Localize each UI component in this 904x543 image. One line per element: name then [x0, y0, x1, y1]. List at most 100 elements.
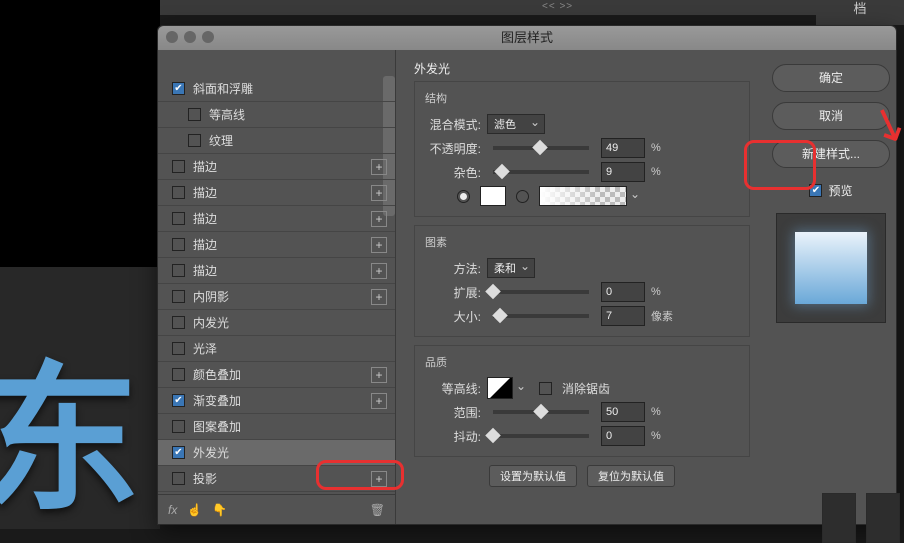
- noise-label: 杂色:: [425, 164, 481, 181]
- trash-icon[interactable]: 🗑: [370, 503, 385, 517]
- blend-mode-label: 混合模式:: [425, 116, 481, 133]
- add-effect-icon[interactable]: +: [371, 263, 387, 279]
- effect-checkbox[interactable]: [188, 134, 201, 147]
- effect-item[interactable]: 光泽: [158, 336, 395, 362]
- group-structure-title: 结构: [425, 90, 739, 106]
- effect-item[interactable]: 描边 +: [158, 232, 395, 258]
- preview-checkbox[interactable]: ✔: [809, 184, 822, 197]
- app-topbar: << >>: [160, 0, 904, 15]
- new-style-button[interactable]: 新建样式...: [772, 140, 890, 168]
- effect-checkbox[interactable]: [172, 264, 185, 277]
- dialog-right-column: 确定 取消 新建样式... ✔ 预览: [766, 50, 896, 524]
- range-label: 范围:: [425, 404, 481, 421]
- opacity-input[interactable]: [601, 138, 645, 158]
- preview-swatch: [795, 232, 867, 304]
- effect-item[interactable]: 描边 +: [158, 154, 395, 180]
- effect-checkbox[interactable]: [172, 212, 185, 225]
- effect-item[interactable]: 纹理: [158, 128, 395, 154]
- add-effect-icon[interactable]: +: [371, 367, 387, 383]
- spread-slider[interactable]: [493, 290, 589, 294]
- effect-item[interactable]: ✔渐变叠加+: [158, 388, 395, 414]
- add-effect-icon[interactable]: +: [371, 159, 387, 175]
- reset-default-button[interactable]: 复位为默认值: [587, 465, 675, 487]
- size-unit: 像素: [651, 308, 677, 324]
- effect-item[interactable]: 描边+: [158, 206, 395, 232]
- effect-checkbox[interactable]: ✔: [172, 82, 185, 95]
- effect-checkbox[interactable]: [172, 472, 185, 485]
- effect-label: 颜色叠加: [193, 366, 241, 383]
- effect-item[interactable]: ✔外发光: [158, 440, 395, 466]
- effect-item[interactable]: 投影 +: [158, 466, 395, 492]
- fx-up-icon[interactable]: ☝: [187, 503, 202, 517]
- add-effect-icon[interactable]: +: [371, 289, 387, 305]
- effect-item[interactable]: ✔斜面和浮雕: [158, 76, 395, 102]
- size-input[interactable]: [601, 306, 645, 326]
- noise-unit: %: [651, 166, 677, 178]
- set-default-button[interactable]: 设置为默认值: [489, 465, 577, 487]
- add-effect-icon[interactable]: +: [371, 211, 387, 227]
- effect-item[interactable]: 等高线: [158, 102, 395, 128]
- effect-checkbox[interactable]: ✔: [172, 394, 185, 407]
- effect-checkbox[interactable]: [172, 420, 185, 433]
- effect-checkbox[interactable]: [172, 342, 185, 355]
- effect-label: 描边: [193, 236, 217, 253]
- dialog-titlebar[interactable]: 图层样式: [158, 26, 896, 50]
- spread-unit: %: [651, 286, 677, 298]
- ok-button[interactable]: 确定: [772, 64, 890, 92]
- effect-checkbox[interactable]: ✔: [172, 446, 185, 459]
- group-elements-title: 图素: [425, 234, 739, 250]
- noise-input[interactable]: [601, 162, 645, 182]
- effect-item[interactable]: 图案叠加: [158, 414, 395, 440]
- effect-checkbox[interactable]: [172, 186, 185, 199]
- cancel-button[interactable]: 取消: [772, 102, 890, 130]
- antialias-checkbox[interactable]: [539, 382, 552, 395]
- range-slider[interactable]: [493, 410, 589, 414]
- gradient-swatch[interactable]: [539, 186, 627, 206]
- noise-slider[interactable]: [493, 170, 589, 174]
- slot: [866, 493, 900, 543]
- effects-footer: fx ☝ 👇 🗑: [158, 494, 395, 524]
- contour-picker[interactable]: [487, 377, 513, 399]
- window-close-icon[interactable]: [166, 31, 178, 43]
- color-swatch[interactable]: [480, 186, 506, 206]
- fx-down-icon[interactable]: 👇: [212, 503, 227, 517]
- opacity-slider[interactable]: [493, 146, 589, 150]
- spread-input[interactable]: [601, 282, 645, 302]
- add-effect-icon[interactable]: +: [371, 185, 387, 201]
- spread-label: 扩展:: [425, 284, 481, 301]
- effect-checkbox[interactable]: [172, 290, 185, 303]
- window-zoom-icon[interactable]: [202, 31, 214, 43]
- effect-label: 投影: [193, 470, 217, 487]
- effect-checkbox[interactable]: [172, 368, 185, 381]
- effect-checkbox[interactable]: [188, 108, 201, 121]
- fx-menu-icon[interactable]: fx: [168, 503, 177, 517]
- size-slider[interactable]: [493, 314, 589, 318]
- effect-item[interactable]: 描边 +: [158, 180, 395, 206]
- range-input[interactable]: [601, 402, 645, 422]
- effect-item[interactable]: 颜色叠加 +: [158, 362, 395, 388]
- add-effect-icon[interactable]: +: [371, 237, 387, 253]
- technique-label: 方法:: [425, 260, 481, 277]
- effect-checkbox[interactable]: [172, 238, 185, 251]
- color-radio[interactable]: [457, 190, 470, 203]
- gradient-radio[interactable]: [516, 190, 529, 203]
- blend-mode-dropdown[interactable]: 滤色: [487, 114, 545, 134]
- jitter-input[interactable]: [601, 426, 645, 446]
- effect-item[interactable]: 内发光: [158, 310, 395, 336]
- effect-checkbox[interactable]: [172, 160, 185, 173]
- technique-dropdown[interactable]: 柔和: [487, 258, 535, 278]
- add-effect-icon[interactable]: +: [371, 471, 387, 487]
- effect-checkbox[interactable]: [172, 316, 185, 329]
- effect-label: 描边: [193, 184, 217, 201]
- effect-item[interactable]: 描边+: [158, 258, 395, 284]
- effect-label: 纹理: [209, 132, 233, 149]
- antialias-label: 消除锯齿: [562, 380, 610, 397]
- jitter-slider[interactable]: [493, 434, 589, 438]
- window-minimize-icon[interactable]: [184, 31, 196, 43]
- effect-item[interactable]: 内阴影+: [158, 284, 395, 310]
- preview-label: 预览: [828, 182, 852, 199]
- add-effect-icon[interactable]: +: [371, 393, 387, 409]
- panel-collapse-icon[interactable]: << >>: [542, 1, 573, 12]
- group-quality-title: 品质: [425, 354, 739, 370]
- effect-label: 描边: [193, 158, 217, 175]
